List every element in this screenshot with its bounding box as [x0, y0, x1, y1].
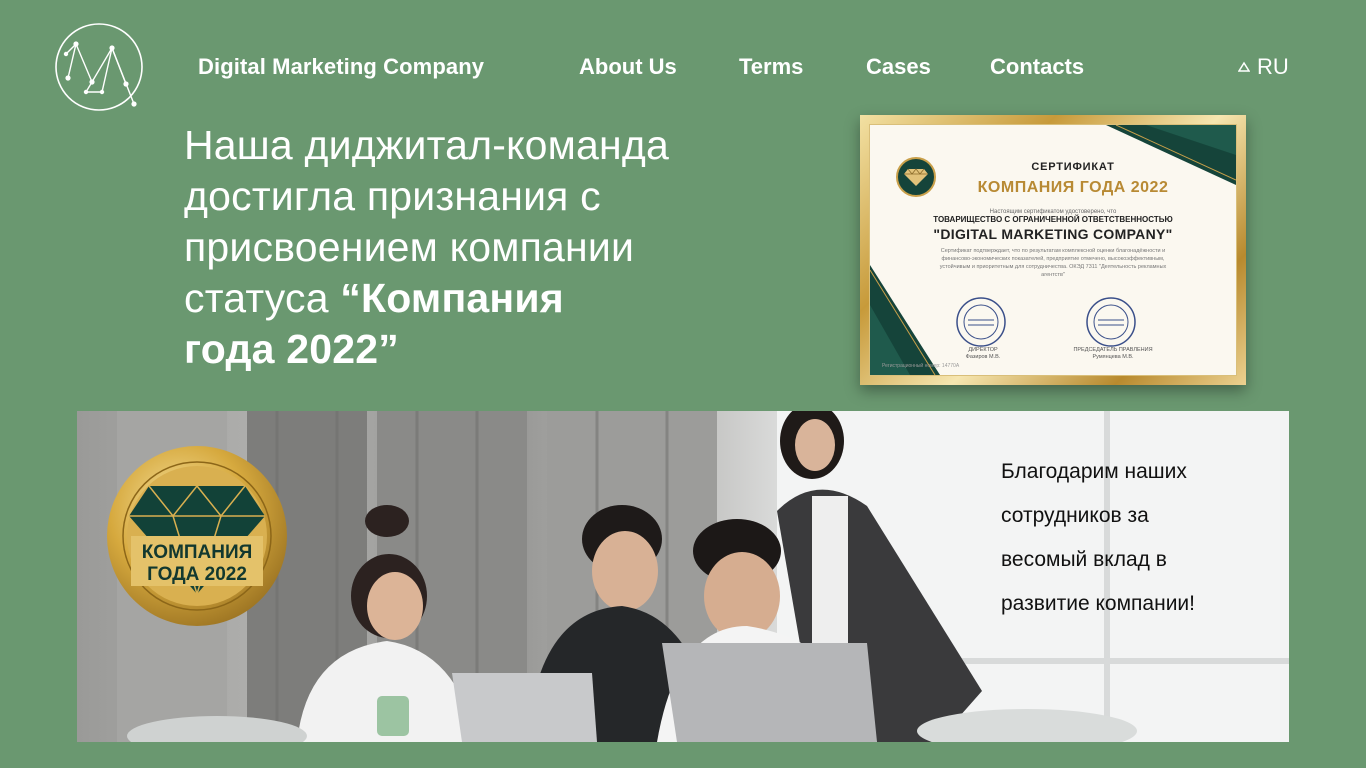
certificate-heading: СЕРТИФИКАТ	[1031, 161, 1115, 173]
headline-line: присвоением компании	[184, 224, 635, 270]
certificate-signer: ДИРЕКТОР Фазиров М.В.	[928, 347, 1038, 361]
headline-line: статуса	[184, 275, 341, 321]
nav-terms[interactable]: Terms	[739, 54, 803, 80]
nav-about-us[interactable]: About Us	[579, 54, 677, 80]
certificate-org-type: ТОВАРИЩЕСТВО С ОГРАНИЧЕННОЙ ОТВЕТСТВЕННО…	[933, 215, 1173, 224]
caption-line: развитие компании!	[1001, 592, 1195, 615]
caption-line: сотрудников за	[1001, 504, 1149, 527]
certificate-body: Сертификат подтверждает, что по результа…	[939, 248, 1167, 278]
signer-name: Фазиров М.В.	[965, 354, 1001, 360]
signer-name: Румянцева М.В.	[1092, 354, 1134, 360]
main-nav: About Us Terms Cases Contacts	[0, 54, 1366, 82]
caption-line: Благодарим наших	[1001, 460, 1187, 483]
certificate-reg-number: Регистрационный номер: 14770А	[882, 363, 960, 369]
award-medal-icon: КОМПАНИЯ ГОДА 2022	[107, 446, 287, 626]
thanks-caption: Благодарим наших сотрудников за весомый …	[1001, 450, 1261, 626]
nav-cases[interactable]: Cases	[866, 54, 931, 80]
caption-line: весомый вклад в	[1001, 548, 1167, 571]
nav-contacts[interactable]: Contacts	[990, 54, 1084, 80]
medal-title-line-1: КОМПАНИЯ	[142, 542, 253, 563]
triangle-up-icon	[1238, 61, 1250, 72]
hero-headline: Наша диджитал-команда достигла признания…	[184, 120, 784, 375]
language-switcher[interactable]: RU	[1238, 54, 1289, 80]
stamp-icon	[956, 297, 1006, 347]
language-code: RU	[1257, 54, 1289, 79]
certificate-corner-decoration	[1106, 125, 1236, 185]
certificate-signer: ПРЕДСЕДАТЕЛЬ ПРАВЛЕНИЯ Румянцева М.В.	[1058, 347, 1168, 361]
certificate-paper: СЕРТИФИКАТ КОМПАНИЯ ГОДА 2022 Настоящим …	[869, 124, 1237, 376]
headline-line: достигла признания с	[184, 173, 601, 219]
headline-line: Наша диджитал-команда	[184, 122, 670, 168]
signer-role: ПРЕДСЕДАТЕЛЬ ПРАВЛЕНИЯ	[1073, 347, 1153, 353]
signer-role: ДИРЕКТОР	[968, 347, 998, 353]
headline-emphasis: года 2022”	[184, 326, 399, 372]
stamp-icon	[1086, 297, 1136, 347]
medal-title-line-2: ГОДА 2022	[147, 564, 247, 585]
certificate-title: КОМПАНИЯ ГОДА 2022	[977, 179, 1169, 196]
certificate-image: СЕРТИФИКАТ КОМПАНИЯ ГОДА 2022 Настоящим …	[860, 115, 1246, 385]
headline-emphasis: “Компания	[340, 275, 564, 321]
certificate-company: "DIGITAL MARKETING COMPANY"	[933, 226, 1173, 242]
